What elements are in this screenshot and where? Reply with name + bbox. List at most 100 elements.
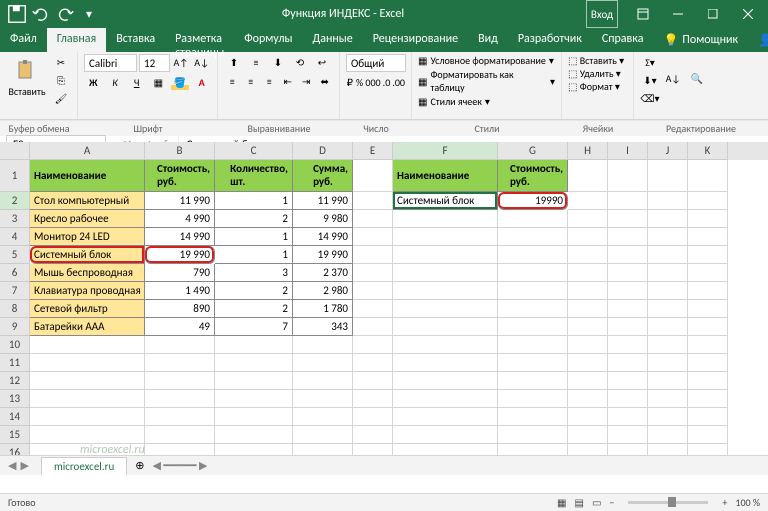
cell[interactable] <box>608 318 648 336</box>
cell[interactable] <box>498 354 568 372</box>
cell[interactable] <box>393 228 498 246</box>
cell[interactable]: 790 <box>145 264 215 282</box>
cell[interactable] <box>568 228 608 246</box>
row-header[interactable]: 5 <box>0 246 30 264</box>
underline-icon[interactable]: Ч <box>127 74 146 90</box>
row-header[interactable]: 15 <box>0 426 30 444</box>
tab-insert[interactable]: Вставка <box>106 28 165 52</box>
cell[interactable] <box>30 354 145 372</box>
cell[interactable] <box>353 210 393 228</box>
cell[interactable] <box>648 336 688 354</box>
cell[interactable] <box>353 160 393 192</box>
tab-help[interactable]: Справка <box>592 28 654 52</box>
cell[interactable]: 2 370 <box>293 264 353 282</box>
copy-icon[interactable]: ⎘ <box>51 72 71 88</box>
cell[interactable]: 1 <box>215 246 293 264</box>
currency-icon[interactable]: ₽ <box>346 74 354 90</box>
cell[interactable] <box>353 372 393 390</box>
cell[interactable] <box>393 426 498 444</box>
cell[interactable]: 2 980 <box>293 282 353 300</box>
cell[interactable] <box>648 354 688 372</box>
cell[interactable] <box>353 228 393 246</box>
zoom-out-icon[interactable]: − <box>609 496 614 509</box>
cell[interactable] <box>688 264 728 282</box>
zoom-slider[interactable] <box>628 501 708 504</box>
cell[interactable]: Кресло рабочее <box>30 210 145 228</box>
cell[interactable] <box>688 300 728 318</box>
cell[interactable]: 14 990 <box>293 228 353 246</box>
cell[interactable]: 19990 <box>498 192 568 210</box>
cell[interactable] <box>498 372 568 390</box>
cell[interactable] <box>568 390 608 408</box>
cell[interactable] <box>215 408 293 426</box>
cut-icon[interactable]: ✂ <box>51 54 71 70</box>
cell[interactable] <box>568 408 608 426</box>
cell[interactable] <box>293 372 353 390</box>
cell[interactable] <box>145 408 215 426</box>
row-header[interactable]: 6 <box>0 264 30 282</box>
cell[interactable] <box>498 426 568 444</box>
col-header[interactable]: E <box>353 142 393 160</box>
cell[interactable] <box>145 426 215 444</box>
cell[interactable] <box>498 336 568 354</box>
col-header[interactable]: F <box>393 142 498 160</box>
sheet-tab[interactable]: microexcel.ru <box>41 457 127 475</box>
tab-file[interactable]: Файл <box>0 28 47 52</box>
row-header[interactable]: 2 <box>0 192 30 210</box>
cell[interactable] <box>215 336 293 354</box>
format-as-table[interactable]: ▦ Форматировать как таблицу ▾ <box>418 68 555 94</box>
clear-icon[interactable]: ⌫▾ <box>640 90 660 106</box>
share-button[interactable]: 👤Поделиться <box>748 28 768 52</box>
cell[interactable] <box>608 408 648 426</box>
cell[interactable]: Стоимость,руб. <box>145 160 215 192</box>
page-layout-icon[interactable]: ▤ <box>575 496 584 509</box>
cell[interactable] <box>648 264 688 282</box>
close-icon[interactable] <box>732 0 764 28</box>
cell[interactable] <box>393 336 498 354</box>
cell[interactable] <box>145 372 215 390</box>
cell[interactable]: Сетевой фильтр <box>30 300 145 318</box>
insert-cells[interactable]: ⬚ Вставить ▾ <box>568 54 627 67</box>
percent-icon[interactable]: % <box>356 74 364 90</box>
merge-icon[interactable]: ⬌ <box>317 73 334 89</box>
cell[interactable] <box>568 372 608 390</box>
zoom-level[interactable]: 100 % <box>735 496 760 509</box>
select-all-corner[interactable] <box>0 142 30 160</box>
login-button[interactable]: Вход <box>586 0 618 28</box>
cell[interactable] <box>648 390 688 408</box>
cell[interactable] <box>215 354 293 372</box>
row-header[interactable]: 10 <box>0 336 30 354</box>
cell[interactable] <box>293 336 353 354</box>
shrink-font-icon[interactable]: A↓ <box>192 54 211 70</box>
cell[interactable] <box>293 408 353 426</box>
cell[interactable] <box>393 210 498 228</box>
cell[interactable] <box>688 282 728 300</box>
cell[interactable] <box>688 318 728 336</box>
cell[interactable] <box>568 336 608 354</box>
fill-color-icon[interactable]: 🪣 <box>171 74 190 90</box>
cell[interactable]: 343 <box>293 318 353 336</box>
cell[interactable] <box>353 300 393 318</box>
cell[interactable] <box>353 192 393 210</box>
cell[interactable] <box>648 210 688 228</box>
cell[interactable] <box>353 318 393 336</box>
redo-icon[interactable] <box>54 3 76 25</box>
cell[interactable]: 1 <box>215 228 293 246</box>
cell[interactable] <box>568 282 608 300</box>
indent-dec-icon[interactable]: ⇤ <box>280 73 297 89</box>
cell[interactable]: Мышь беспроводная <box>30 264 145 282</box>
align-right-icon[interactable]: ≡ <box>261 73 278 89</box>
col-header[interactable]: I <box>608 142 648 160</box>
cell[interactable] <box>145 336 215 354</box>
find-icon[interactable]: 🔍 <box>686 54 708 102</box>
cell[interactable] <box>648 228 688 246</box>
cell[interactable]: Монитор 24 LED <box>30 228 145 246</box>
cell[interactable]: Системный блок <box>30 246 145 264</box>
cell[interactable]: 19 990 <box>293 246 353 264</box>
cell[interactable] <box>688 426 728 444</box>
ribbon-options-icon[interactable] <box>627 0 659 28</box>
cell[interactable] <box>215 372 293 390</box>
cell[interactable] <box>30 372 145 390</box>
cell[interactable] <box>648 372 688 390</box>
cell[interactable] <box>353 264 393 282</box>
